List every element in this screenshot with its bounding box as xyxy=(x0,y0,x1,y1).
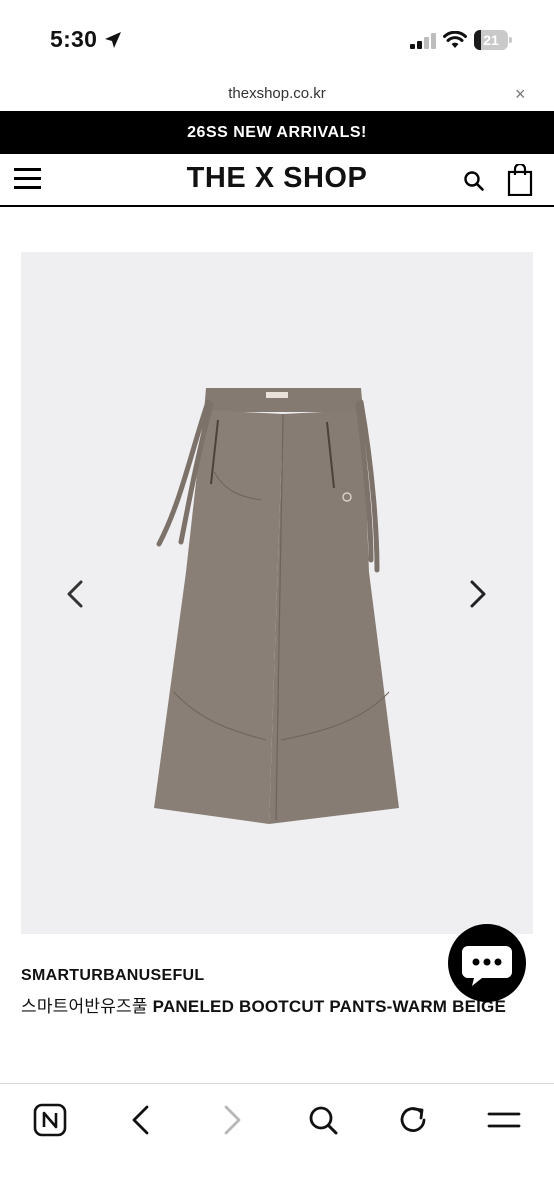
battery-nub xyxy=(509,37,512,43)
site-header: THE X SHOP xyxy=(0,154,554,207)
announcement-bar[interactable]: 26SS NEW ARRIVALS! xyxy=(0,111,554,154)
search-icon[interactable] xyxy=(305,1102,341,1138)
location-arrow-icon xyxy=(105,32,121,48)
reload-icon[interactable] xyxy=(395,1102,431,1138)
product-name: 스마트어반유즈풀 PANELED BOOTCUT PANTS-WARM BEIG… xyxy=(21,992,506,1017)
search-icon[interactable] xyxy=(463,170,485,192)
battery-body: 21 xyxy=(474,30,508,50)
cellular-signal-icon xyxy=(410,33,436,49)
browser-toolbar xyxy=(0,1083,554,1200)
product-gallery[interactable] xyxy=(21,252,533,934)
chevron-right-icon[interactable] xyxy=(466,578,490,610)
product-image-pants[interactable] xyxy=(21,252,533,934)
chat-button[interactable] xyxy=(448,924,526,1002)
close-icon[interactable]: × xyxy=(515,84,526,105)
status-time: 5:30 xyxy=(50,26,98,52)
battery-indicator: 21 xyxy=(474,30,512,50)
product-name-korean: 스마트어반유즈풀 xyxy=(21,997,148,1016)
status-bar: 5:30 21 xyxy=(0,0,554,80)
forward-icon xyxy=(224,1105,241,1135)
chevron-left-icon[interactable] xyxy=(63,578,87,610)
url-bar[interactable]: thexshop.co.kr × xyxy=(0,80,554,110)
wifi-icon xyxy=(443,31,467,48)
url-text[interactable]: thexshop.co.kr xyxy=(0,85,554,102)
naver-home-icon[interactable] xyxy=(32,1102,68,1138)
menu-icon[interactable] xyxy=(486,1102,522,1138)
shopping-bag-icon[interactable] xyxy=(507,164,533,196)
battery-level: 21 xyxy=(483,32,499,48)
chat-bubble-icon xyxy=(462,946,512,986)
back-icon[interactable] xyxy=(123,1102,159,1138)
product-brand[interactable]: SMARTURBANUSEFUL xyxy=(21,967,204,985)
